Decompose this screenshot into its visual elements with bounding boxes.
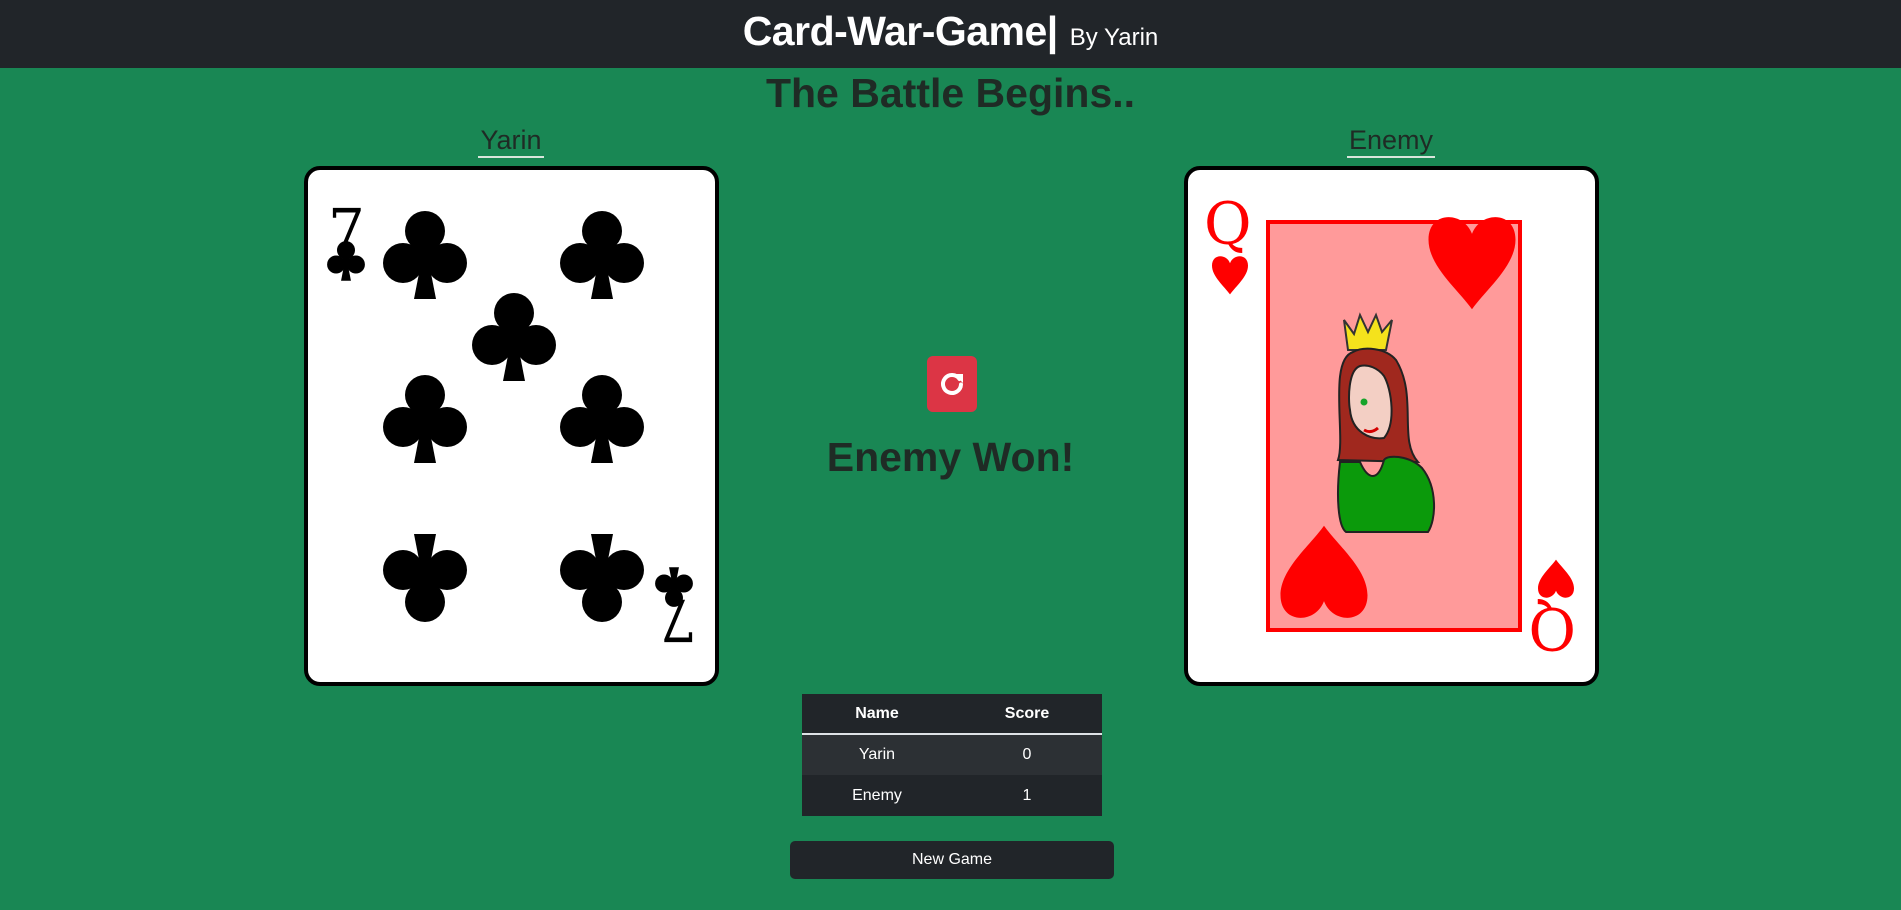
app-byline: By Yarin	[1069, 24, 1159, 51]
club-pip-icon	[560, 534, 644, 622]
rank-label-top: Q	[1204, 190, 1252, 258]
club-pip-icon	[383, 211, 467, 299]
scoreboard-table: Name Score Yarin 0 Enemy 1	[802, 694, 1102, 816]
club-pip-icon	[383, 534, 467, 622]
top-navbar: Card-War-Game| By Yarin	[0, 0, 1901, 68]
club-pip-icon	[560, 211, 644, 299]
queen-of-hearts-card-face: Q Q	[1204, 190, 1576, 662]
table-row: Enemy 1	[802, 775, 1102, 816]
enemy-card: Q Q	[1184, 166, 1599, 686]
column-header-name: Name	[802, 694, 952, 735]
player-name-cell: Yarin	[802, 734, 952, 775]
new-game-button[interactable]: New Game	[790, 841, 1114, 879]
small-heart-icon	[1212, 256, 1248, 295]
round-result: Enemy Won!	[826, 434, 1075, 480]
rank-label-bottom: 7	[660, 586, 697, 654]
player-name-right: Enemy	[1291, 125, 1491, 158]
rank-label-bottom: Q	[1528, 594, 1576, 662]
battle-heading: The Battle Begins..	[765, 70, 1136, 116]
app-title: Card-War-Game|	[742, 8, 1059, 54]
column-header-score: Score	[952, 694, 1102, 735]
player-name-cell: Enemy	[802, 775, 952, 816]
player-score-cell: 0	[952, 734, 1102, 775]
club-pip-icon	[472, 293, 556, 381]
player-score-cell: 1	[952, 775, 1102, 816]
player-name-left: Yarin	[411, 125, 611, 158]
table-row: Yarin 0	[802, 734, 1102, 775]
seven-of-clubs-card-face: 7 7	[327, 196, 697, 654]
player-card: 7 7	[304, 166, 719, 686]
small-heart-icon	[1538, 559, 1574, 598]
refresh-button[interactable]	[927, 356, 977, 412]
refresh-icon	[941, 373, 963, 395]
